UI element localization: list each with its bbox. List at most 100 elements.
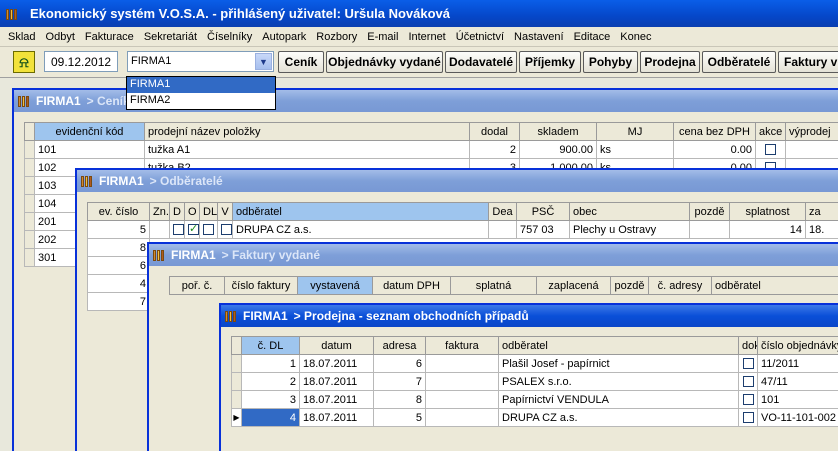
window-odberatele-company: FIRMA1	[99, 174, 144, 188]
col-vyprodej[interactable]: výprodej	[785, 122, 838, 141]
col-psc[interactable]: PSČ	[516, 202, 570, 221]
col-dl[interactable]: DL	[199, 202, 218, 221]
col-skladem[interactable]: skladem	[519, 122, 597, 141]
col-dodal[interactable]: dodal	[469, 122, 520, 141]
dok-checkbox[interactable]	[742, 376, 754, 388]
prijemky-button[interactable]: Příjemky	[519, 51, 581, 73]
company-select-value: FIRMA1	[131, 55, 172, 67]
dok-checkbox[interactable]	[742, 358, 754, 370]
window-odberatele-name: > Odběratelé	[149, 174, 223, 188]
col-obec[interactable]: obec	[569, 202, 690, 221]
col-v[interactable]: V	[217, 202, 233, 221]
menu-internet[interactable]: Internet	[403, 31, 450, 43]
col-odberatel[interactable]: odběratel	[232, 202, 489, 221]
d-checkbox[interactable]	[173, 224, 184, 236]
col-adresa[interactable]: adresa	[373, 336, 426, 355]
exit-icon[interactable]: ⍾	[13, 51, 35, 73]
menu-ucetnictvi[interactable]: Účetnictví	[451, 31, 509, 43]
col-evidencni-kod[interactable]: evidenční kód	[34, 122, 145, 141]
akce-checkbox[interactable]	[765, 144, 776, 156]
col-zn[interactable]: Zn.	[149, 202, 170, 221]
col-c-dl[interactable]: č. DL	[241, 336, 300, 355]
window-faktury-titlebar[interactable]: FIRMA1 > Faktury vydané	[149, 244, 838, 266]
dok-checkbox[interactable]	[742, 412, 754, 424]
window-prodejna-titlebar[interactable]: FIRMA1 > Prodejna - seznam obchodních př…	[221, 305, 838, 327]
menu-ciselniky[interactable]: Číselníky	[202, 31, 257, 43]
col-cislo-objednavky[interactable]: číslo objednávky	[757, 336, 838, 355]
col-dea[interactable]: Dea	[488, 202, 517, 221]
menu-fakturace[interactable]: Fakturace	[80, 31, 139, 43]
col-c-adresy[interactable]: č. adresy	[648, 276, 712, 295]
menu-rozbory[interactable]: Rozbory	[311, 31, 362, 43]
col-faktura[interactable]: faktura	[425, 336, 499, 355]
menu-odbyt[interactable]: Odbyt	[41, 31, 80, 43]
col-odberatel[interactable]: odběratel	[711, 276, 838, 295]
table-row[interactable]: 3 18.07.2011 8 Papírnictví VENDULA 101	[231, 390, 838, 409]
col-splatna[interactable]: splatná	[450, 276, 537, 295]
col-dok[interactable]: dok	[738, 336, 758, 355]
menu-sekretariat[interactable]: Sekretariát	[139, 31, 202, 43]
faktury-header-row: poř. č. číslo faktury vystavená datum DP…	[169, 276, 838, 295]
col-d[interactable]: D	[169, 202, 185, 221]
col-datum-dph[interactable]: datum DPH	[372, 276, 451, 295]
odberatele-button[interactable]: Odběratelé	[702, 51, 776, 73]
window-prodejna-company: FIRMA1	[243, 309, 288, 323]
col-pozde[interactable]: pozdě	[610, 276, 649, 295]
pohyby-button[interactable]: Pohyby	[583, 51, 638, 73]
window-books-icon	[18, 94, 30, 108]
dok-checkbox[interactable]	[742, 394, 754, 406]
col-por-c[interactable]: poř. č.	[169, 276, 225, 295]
col-vystavena[interactable]: vystavená	[297, 276, 373, 295]
menu-autopark[interactable]: Autopark	[257, 31, 311, 43]
menu-nastaveni[interactable]: Nastavení	[509, 31, 569, 43]
objednavky-vydane-button[interactable]: Objednávky vydané	[326, 51, 443, 73]
window-faktury-company: FIRMA1	[171, 248, 216, 262]
col-prodejni-nazev[interactable]: prodejní název položky	[144, 122, 470, 141]
dl-checkbox[interactable]	[203, 224, 214, 236]
col-odberatel[interactable]: odběratel	[498, 336, 739, 355]
window-cenik-company: FIRMA1	[36, 94, 81, 108]
window-prodejna-name: > Prodejna - seznam obchodních případů	[293, 309, 529, 323]
cenik-header-row: evidenční kód prodejní název položky dod…	[24, 122, 838, 141]
toolbar: ⍾ 09.12.2012 FIRMA1 ▼ Ceník Objednávky v…	[0, 47, 838, 78]
col-pozde[interactable]: pozdě	[689, 202, 730, 221]
col-o[interactable]: O	[184, 202, 200, 221]
col-akce[interactable]: akce	[755, 122, 786, 141]
dodavatele-button[interactable]: Dodavatelé	[445, 51, 517, 73]
col-cena-bez-dph[interactable]: cena bez DPH	[673, 122, 756, 141]
company-select[interactable]: FIRMA1 ▼	[127, 51, 274, 72]
table-row-selected[interactable]: ▶ 4 18.07.2011 5 DRUPA CZ a.s. VO-11-101…	[231, 408, 838, 427]
company-option-firma1[interactable]: FIRMA1	[127, 77, 275, 93]
col-zaplacena[interactable]: zaplacená	[536, 276, 611, 295]
menu-bar: Sklad Odbyt Fakturace Sekretariát Číseln…	[0, 27, 838, 47]
prodejna-header-row: č. DL datum adresa faktura odběratel dok…	[231, 336, 838, 355]
faktury-vydane-button[interactable]: Faktury v	[778, 51, 838, 73]
window-prodejna: FIRMA1 > Prodejna - seznam obchodních př…	[219, 303, 838, 451]
window-cenik-name: > Ceník	[86, 94, 130, 108]
prodejna-button[interactable]: Prodejna	[640, 51, 700, 73]
chevron-down-icon[interactable]: ▼	[255, 53, 272, 70]
menu-konec[interactable]: Konec	[615, 31, 656, 43]
col-splatnost[interactable]: splatnost	[729, 202, 806, 221]
table-row[interactable]: 101 tužka A1 2 900.00 ks 0.00	[24, 140, 838, 159]
date-field[interactable]: 09.12.2012	[44, 51, 118, 72]
menu-editace[interactable]: Editace	[569, 31, 616, 43]
menu-email[interactable]: E-mail	[362, 31, 403, 43]
app-books-icon	[6, 6, 18, 21]
table-row[interactable]: 5 DRUPA CZ a.s. 757 03 Plechy u Ostravy …	[87, 220, 838, 239]
table-row[interactable]: 1 18.07.2011 6 Plašil Josef - papírnict …	[231, 354, 838, 373]
col-mj[interactable]: MJ	[596, 122, 674, 141]
o-checkbox[interactable]	[188, 222, 199, 236]
menu-sklad[interactable]: Sklad	[3, 31, 41, 43]
window-books-icon	[225, 309, 237, 323]
col-za[interactable]: za	[805, 202, 838, 221]
v-checkbox[interactable]	[221, 224, 232, 236]
cenik-button[interactable]: Ceník	[278, 51, 324, 73]
col-cislo-faktury[interactable]: číslo faktury	[224, 276, 298, 295]
col-datum[interactable]: datum	[299, 336, 374, 355]
window-odberatele-titlebar[interactable]: FIRMA1 > Odběratelé	[77, 170, 838, 192]
company-option-firma2[interactable]: FIRMA2	[127, 93, 275, 109]
window-books-icon	[81, 174, 93, 188]
table-row[interactable]: 2 18.07.2011 7 PSALEX s.r.o. 47/11	[231, 372, 838, 391]
col-ev-cislo[interactable]: ev. číslo	[87, 202, 150, 221]
